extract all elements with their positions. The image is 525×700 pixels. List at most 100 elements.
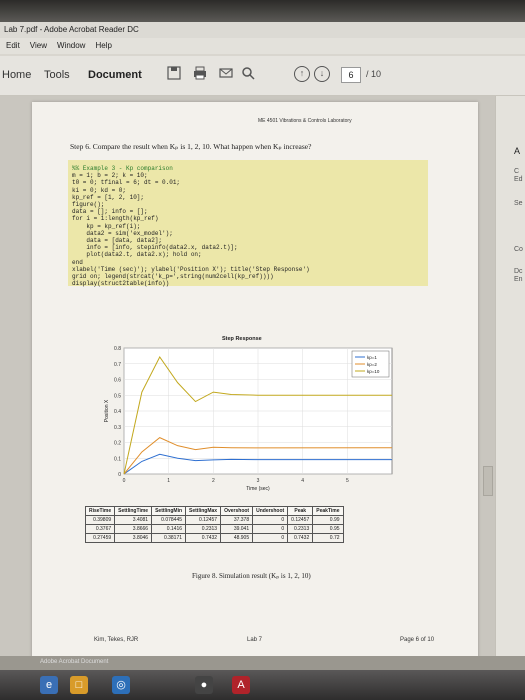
y-tick-label: 0.3 xyxy=(114,425,121,431)
code-line: display(struct2table(info)) xyxy=(72,280,170,288)
status-text: Adobe Acrobat Document xyxy=(40,659,109,665)
window-top-edge xyxy=(0,0,525,22)
vertical-scrollbar[interactable] xyxy=(483,466,493,496)
page-up-icon[interactable]: ↑ xyxy=(294,66,310,82)
menu-view[interactable]: View xyxy=(30,41,47,54)
table-header-row: RiseTime SettlingTime SettlingMin Settli… xyxy=(84,506,344,516)
tab-tools[interactable]: Tools xyxy=(44,69,70,81)
results-table: RiseTime SettlingTime SettlingMin Settli… xyxy=(84,506,344,543)
menu-help[interactable]: Help xyxy=(95,41,111,54)
table-cell: 0.12457 xyxy=(185,515,222,525)
status-bar: Adobe Acrobat Document xyxy=(0,656,525,670)
x-tick-label: 4 xyxy=(301,478,304,484)
ie-icon[interactable]: e xyxy=(40,676,58,694)
x-tick-label: 0 xyxy=(123,478,126,484)
page-down-icon[interactable]: ↓ xyxy=(314,66,330,82)
code-line: info = [info, stepinfo(data2.x, data2.t)… xyxy=(72,244,238,252)
table-header: Undershoot xyxy=(252,506,289,516)
tab-document[interactable]: Document xyxy=(88,69,142,81)
table-header: PeakTime xyxy=(312,506,344,516)
right-panel-item[interactable]: En xyxy=(514,276,523,283)
page-header: ME 4501 Vibrations & Controls Laboratory xyxy=(258,118,352,124)
table-cell: 0 xyxy=(252,515,289,525)
table-cell: 37.378 xyxy=(220,515,254,525)
table-cell: 0.078445 xyxy=(151,515,187,525)
code-block: %% Example 3 - Kp comparison m = 1; b = … xyxy=(68,160,428,288)
table-cell: 0.2313 xyxy=(185,524,222,534)
table-cell: 0 xyxy=(252,524,289,534)
table-cell: 0.12457 xyxy=(287,515,314,525)
browser-icon[interactable]: ◎ xyxy=(112,676,130,694)
save-icon[interactable] xyxy=(166,66,182,82)
table-cell: 0.99 xyxy=(312,515,344,525)
code-line: plot(data2.t, data2.x); hold on; xyxy=(72,251,202,259)
step-response-chart: 0 0.1 0.2 0.3 0.4 0.5 0.6 0.7 0.8 0 1 2 3 4 5 Time (sec… xyxy=(104,346,393,492)
code-line: figure(); xyxy=(72,201,105,209)
y-tick-label: 0 xyxy=(118,472,121,478)
y-tick-label: 0.7 xyxy=(114,362,121,368)
table-row: 0.3767 3.8666 0.1416 0.2313 39.041 0 0.2… xyxy=(84,524,344,534)
table-cell: 3.8666 xyxy=(114,524,153,534)
y-tick-label: 0.2 xyxy=(114,441,121,447)
table-cell: 3.8046 xyxy=(114,533,153,543)
tab-home[interactable]: Home xyxy=(2,69,31,81)
table-cell: 3.4081 xyxy=(114,515,153,525)
document-area: ME 4501 Vibrations & Controls Laboratory… xyxy=(0,96,495,662)
table-header: Overshoot xyxy=(220,506,254,516)
right-panel-item[interactable]: Co xyxy=(514,246,523,253)
x-tick-label: 1 xyxy=(167,478,170,484)
x-axis-label: Time (sec) xyxy=(246,486,270,492)
menu-window[interactable]: Window xyxy=(57,41,85,54)
menu-bar: Edit View Window Help xyxy=(0,38,525,54)
table-header: SettlingTime xyxy=(114,506,153,516)
footer-authors: Kim, Tekes, RJR xyxy=(94,637,139,643)
screen: Lab 7.pdf - Adobe Acrobat Reader DC Edit… xyxy=(0,0,525,700)
footer-lab: Lab 7 xyxy=(247,637,263,643)
table-cell: 0.38171 xyxy=(151,533,187,543)
code-line: %% Example 3 - Kp comparison xyxy=(72,165,173,172)
pdf-page: ME 4501 Vibrations & Controls Laboratory… xyxy=(32,102,478,662)
app-icon[interactable]: ● xyxy=(195,676,213,694)
code-line: data = []; info = []; xyxy=(72,208,148,216)
right-panel-item[interactable]: A xyxy=(514,146,520,156)
code-line: grid on; legend(strcat('k_p=',string(num… xyxy=(72,273,274,281)
y-tick-label: 0.6 xyxy=(114,378,121,384)
right-panel-item[interactable]: Ed xyxy=(514,176,523,183)
page-number-input[interactable]: 6 xyxy=(341,67,361,83)
search-icon[interactable] xyxy=(240,66,256,82)
code-line: m = 1; b = 2; k = 10; xyxy=(72,172,148,180)
code-line: kp_ref = [1, 2, 10]; xyxy=(72,193,145,201)
right-panel-item[interactable]: Dc xyxy=(514,268,523,275)
menu-edit[interactable]: Edit xyxy=(6,41,20,54)
print-icon[interactable] xyxy=(192,66,208,82)
right-panel-item[interactable]: Se xyxy=(514,200,523,207)
table-cell: 48.905 xyxy=(220,533,254,543)
folder-icon[interactable]: □ xyxy=(70,676,88,694)
step-heading: Step 6. Compare the result when Kₚ is 1,… xyxy=(70,142,312,151)
table-row: 0.27459 3.8046 0.38171 0.7432 48.905 0 0… xyxy=(84,533,344,543)
x-tick-label: 2 xyxy=(212,478,215,484)
email-icon[interactable] xyxy=(218,66,234,82)
toolbar: Home Tools Document ↑ ↓ 6 / 10 xyxy=(0,56,525,96)
y-tick-label: 0.5 xyxy=(114,393,121,399)
code-line: ki = 0; kd = 0; xyxy=(72,186,127,194)
y-tick-label: 0.8 xyxy=(114,346,121,352)
taskbar: e □ ◎ ● A xyxy=(0,670,525,700)
y-tick-label: 0.4 xyxy=(114,409,121,415)
code-line: end xyxy=(72,258,83,266)
figure-caption: Figure 8. Simulation result (Kₚ is 1, 2,… xyxy=(192,572,311,580)
right-panel-item[interactable]: C xyxy=(514,168,519,175)
table-cell: 0.3767 xyxy=(84,524,116,534)
x-tick-label: 3 xyxy=(257,478,260,484)
table-cell: 39.041 xyxy=(220,524,254,534)
code-line: xlabel('Time (sec)'); ylabel('Position X… xyxy=(72,265,310,273)
code-line: data2 = sim('ex_model'); xyxy=(72,229,173,237)
legend-label: kp=2 xyxy=(367,362,377,367)
code-line: kp = kp_ref(i); xyxy=(72,222,141,230)
x-tick-label: 5 xyxy=(346,478,349,484)
window-title: Lab 7.pdf - Adobe Acrobat Reader DC xyxy=(4,25,139,34)
code-line: for i = 1:length(kp_ref) xyxy=(72,215,159,223)
acrobat-icon[interactable]: A xyxy=(232,676,250,694)
footer-page: Page 6 of 10 xyxy=(400,637,435,643)
legend-label: kp=10 xyxy=(367,369,380,374)
